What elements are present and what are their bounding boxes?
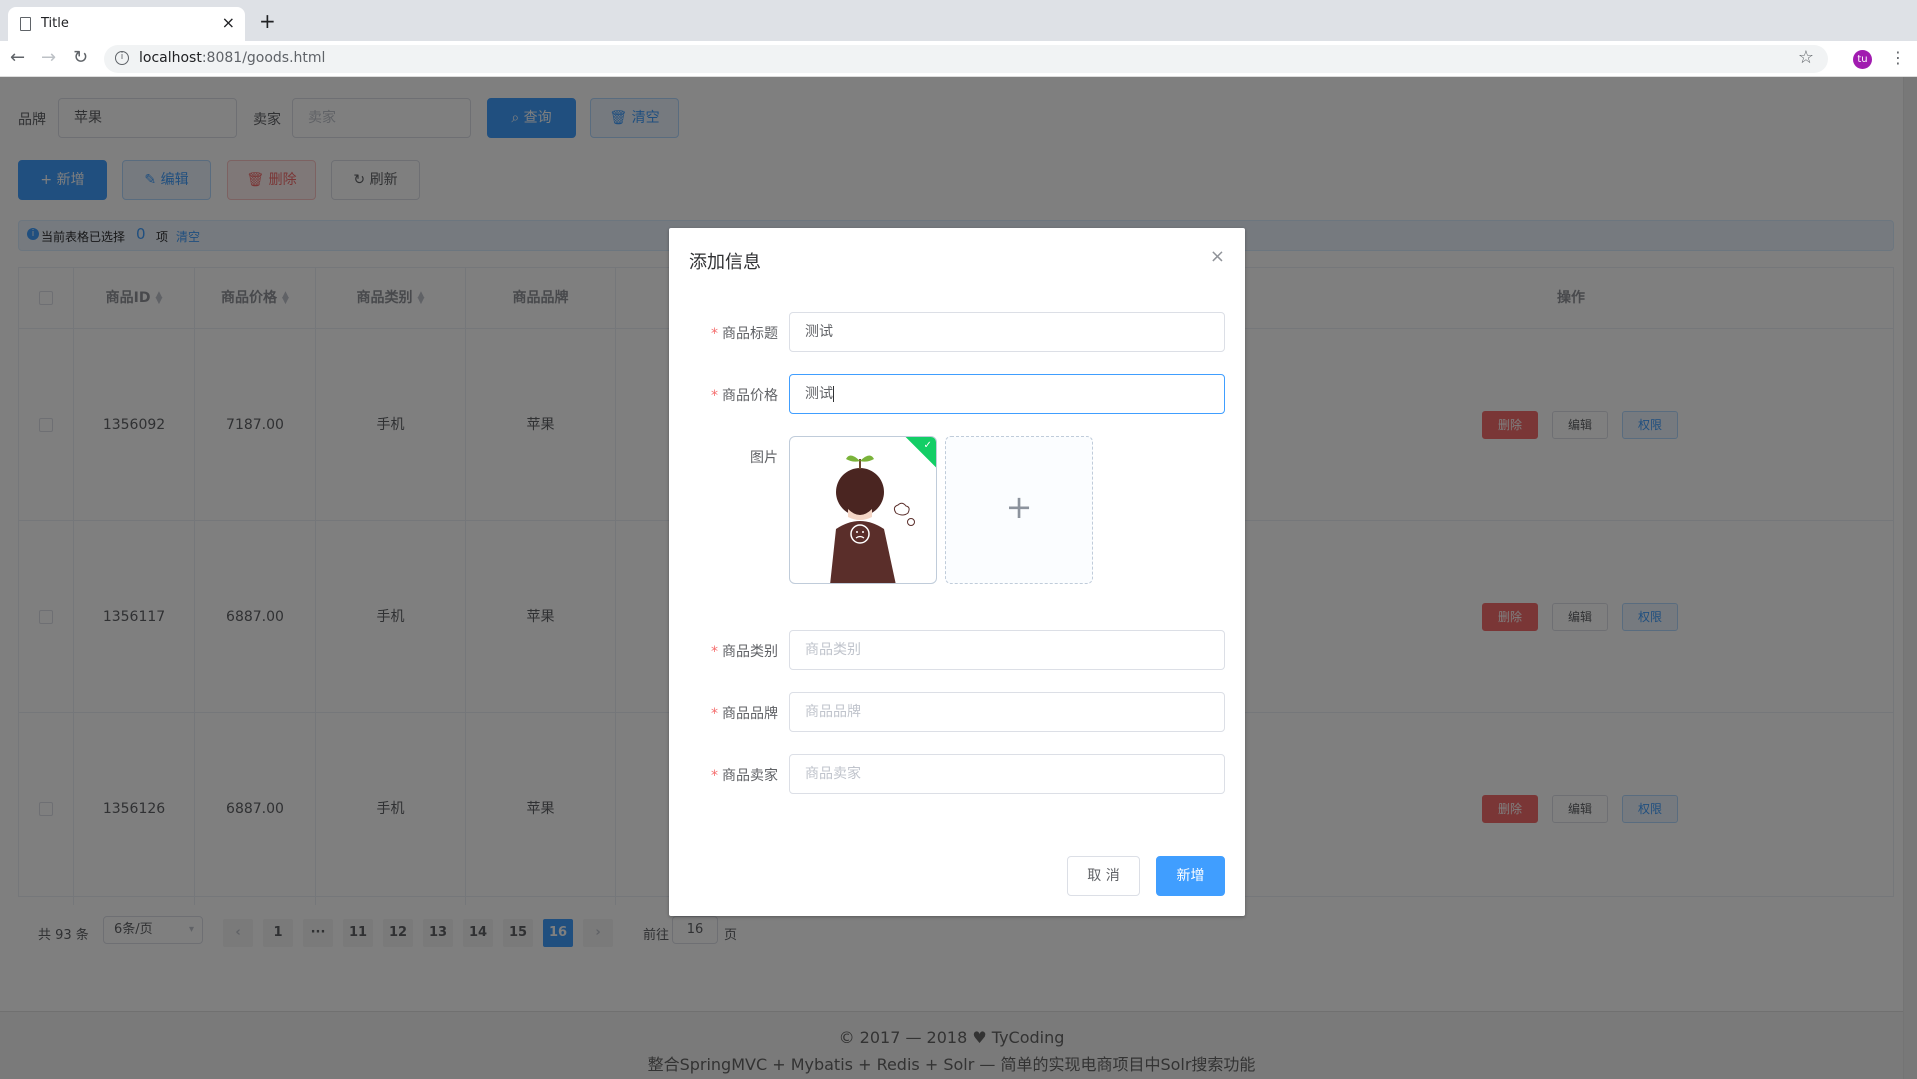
category-field-label: * 商品类别 <box>669 641 778 661</box>
url-input[interactable]: i localhost:8081/goods.html ☆ <box>104 45 1828 73</box>
avatar-illustration <box>830 455 915 583</box>
tab-close-icon[interactable]: × <box>222 13 235 32</box>
brand-label-text: 商品品牌 <box>722 706 778 722</box>
new-tab-button[interactable]: + <box>259 9 276 33</box>
dialog-title: 添加信息 <box>689 252 761 273</box>
required-mark: * <box>711 644 718 660</box>
seller-input[interactable]: 商品卖家 <box>789 754 1225 794</box>
reload-icon[interactable]: ↻ <box>73 47 88 68</box>
profile-avatar[interactable]: tu <box>1853 50 1872 69</box>
title-input[interactable]: 测试 <box>789 312 1225 352</box>
tab-title: Title <box>41 16 69 31</box>
forward-icon[interactable]: → <box>41 47 56 68</box>
price-field-label: * 商品价格 <box>669 385 778 405</box>
upload-add-button[interactable]: + <box>945 436 1093 584</box>
text-cursor <box>833 386 834 402</box>
info-icon[interactable]: i <box>115 51 129 65</box>
seller-label-text: 商品卖家 <box>722 768 778 784</box>
seller-field-label: * 商品卖家 <box>669 765 778 785</box>
price-label-text: 商品价格 <box>722 388 778 404</box>
uploaded-image[interactable]: ✓ <box>789 436 937 584</box>
brand-field-label: * 商品品牌 <box>669 703 778 723</box>
back-icon[interactable]: ← <box>10 47 25 68</box>
cancel-button[interactable]: 取 消 <box>1067 856 1140 896</box>
url-host: localhost <box>139 50 202 66</box>
required-mark: * <box>711 706 718 722</box>
address-bar: ← → ↻ i localhost:8081/goods.html ☆ tu ⋮ <box>0 41 1917 77</box>
plus-icon: + <box>1005 488 1033 526</box>
browser-menu-icon[interactable]: ⋮ <box>1890 48 1906 67</box>
browser-tab[interactable]: Title × <box>8 7 245 41</box>
image-field-label: 图片 <box>750 450 778 466</box>
required-mark: * <box>711 326 718 342</box>
close-icon[interactable]: × <box>1210 246 1225 267</box>
brand-input[interactable]: 商品品牌 <box>789 692 1225 732</box>
url-text: localhost:8081/goods.html <box>139 50 325 66</box>
page-icon <box>20 17 31 31</box>
price-input-value: 测试 <box>805 386 833 402</box>
category-input[interactable]: 商品类别 <box>789 630 1225 670</box>
check-icon: ✓ <box>923 439 932 451</box>
title-field-label: * 商品标题 <box>669 323 778 343</box>
url-path: :8081/goods.html <box>201 50 326 66</box>
add-info-dialog: 添加信息 × * 商品标题 测试 * 商品价格 测试 图片 ✓ + * 商品类别 商品… <box>669 228 1245 916</box>
required-mark: * <box>711 388 718 404</box>
price-input[interactable]: 测试 <box>789 374 1225 414</box>
category-label-text: 商品类别 <box>722 644 778 660</box>
title-label-text: 商品标题 <box>722 326 778 342</box>
bookmark-star-icon[interactable]: ☆ <box>1798 47 1814 68</box>
browser-tab-bar: Title × + <box>0 0 1917 41</box>
submit-add-button[interactable]: 新增 <box>1156 856 1225 896</box>
required-mark: * <box>711 768 718 784</box>
